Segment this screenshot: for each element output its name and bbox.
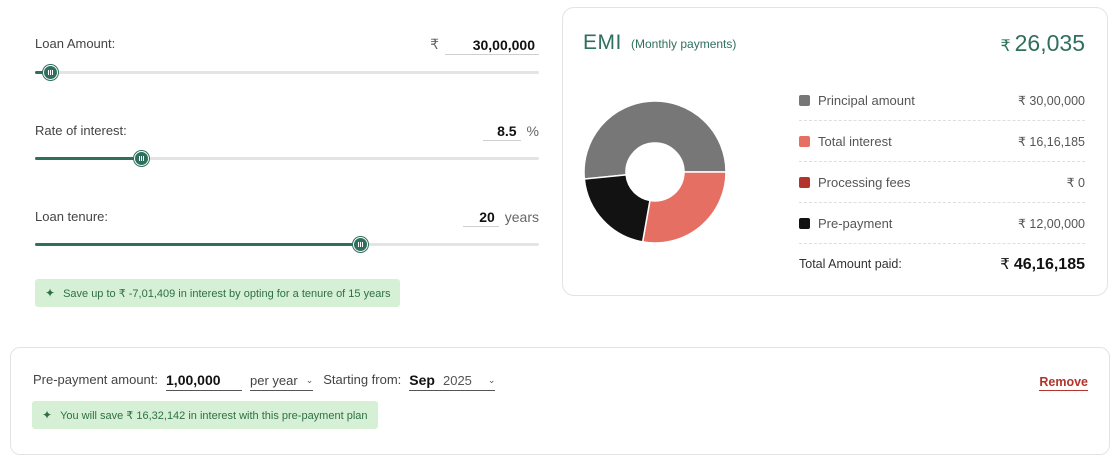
legend-swatch-principal [799, 94, 810, 106]
legend-label: Processing fees [818, 174, 911, 190]
emi-summary-card: EMI (Monthly payments) ₹ 26,035 Principa… [562, 7, 1108, 296]
interest-rate-slider-handle[interactable] [133, 151, 149, 166]
legend-value: ₹ 0 [1066, 175, 1085, 190]
tenure-slider-handle[interactable] [353, 237, 369, 252]
grip-icon [358, 242, 364, 247]
legend-value: ₹ 30,00,000 [1017, 93, 1085, 108]
loan-amount-slider[interactable] [35, 65, 539, 80]
emi-amount: ₹ 26,035 [1000, 30, 1085, 57]
payment-breakdown-legend: Principal amount ₹ 30,00,000 Total inter… [799, 80, 1085, 284]
tenure-savings-hint: ✦ Save up to ₹ -7,01,409 in interest by … [35, 279, 401, 307]
donut-slice-total-interest [641, 171, 727, 244]
prepayment-frequency-select[interactable]: per year ⌄ [250, 373, 314, 391]
legend-label: Principal amount [818, 92, 915, 108]
tenure-row: Loan tenure: 20 years [35, 207, 539, 267]
tenure-unit: years [504, 209, 539, 225]
legend-value: ₹ 16,16,185 [1017, 134, 1085, 149]
donut-slice-principal-amount [583, 100, 727, 180]
interest-rate-value-group: 8.5 % [482, 123, 539, 141]
total-currency: ₹ [1000, 255, 1010, 273]
grip-icon [138, 156, 144, 161]
legend-swatch-interest [799, 135, 810, 147]
tenure-slider[interactable] [35, 237, 539, 252]
prepayment-frequency-value: per year [250, 373, 298, 388]
prepayment-start-select[interactable]: Sep 2025 ⌄ [409, 372, 496, 391]
interest-rate-label: Rate of interest: [35, 123, 127, 138]
prepayment-savings-text: You will save ₹ 16,32,142 in interest wi… [60, 409, 368, 422]
legend-label: Total interest [818, 133, 892, 149]
currency-symbol: ₹ [430, 36, 439, 52]
legend-item-principal: Principal amount ₹ 30,00,000 [799, 80, 1085, 121]
donut-slice-pre-payment [583, 174, 651, 243]
legend-swatch-prepayment [799, 217, 810, 229]
legend-label: Pre-payment [818, 215, 893, 231]
total-amount-number: 46,16,185 [1013, 255, 1085, 273]
grip-icon [48, 70, 54, 75]
prepayment-start-month: Sep [409, 372, 435, 388]
interest-rate-input[interactable]: 8.5 [482, 123, 521, 141]
tenure-slider-fill [35, 243, 361, 246]
loan-amount-input[interactable]: 30,00,000 [445, 37, 539, 55]
interest-rate-slider[interactable] [35, 151, 539, 166]
legend-item-prepayment: Pre-payment ₹ 12,00,000 [799, 203, 1085, 244]
tenure-label: Loan tenure: [35, 209, 109, 224]
loan-calculator: Loan Amount: ₹ 30,00,000 Rate of interes… [35, 0, 539, 320]
prepayment-amount-input[interactable]: 1,00,000 [166, 372, 243, 391]
percent-unit: % [526, 123, 539, 139]
prepayment-start-year: 2025 [442, 372, 472, 388]
emi-subtitle: (Monthly payments) [631, 37, 737, 51]
tenure-input[interactable]: 20 [462, 209, 499, 227]
loan-amount-slider-handle[interactable] [43, 65, 59, 80]
total-amount-label: Total Amount paid: [799, 257, 902, 271]
prepayment-card: Pre-payment amount: 1,00,000 per year ⌄ … [10, 347, 1110, 455]
chevron-down-icon: ⌄ [305, 375, 314, 385]
chevron-down-icon: ⌄ [487, 374, 496, 385]
prepayment-savings-hint: ✦ You will save ₹ 16,32,142 in interest … [32, 401, 378, 429]
payment-breakdown-donut [583, 100, 727, 244]
total-amount-value: ₹ 46,16,185 [1000, 255, 1085, 274]
loan-amount-label: Loan Amount: [35, 36, 116, 51]
interest-rate-slider-fill [35, 157, 141, 160]
sparkle-icon: ✦ [45, 286, 56, 300]
legend-item-processing-fees: Processing fees ₹ 0 [799, 162, 1085, 203]
loan-amount-value-group: ₹ 30,00,000 [430, 36, 539, 55]
prepayment-start-label: Starting from: [323, 372, 402, 387]
tenure-value-group: 20 years [462, 209, 539, 227]
loan-amount-row: Loan Amount: ₹ 30,00,000 [35, 34, 539, 94]
legend-swatch-processing-fees [799, 176, 810, 188]
interest-rate-row: Rate of interest: 8.5 % [35, 121, 539, 181]
sparkle-icon: ✦ [42, 408, 53, 422]
remove-prepayment-button[interactable]: Remove [1039, 375, 1088, 391]
total-amount-row: Total Amount paid: ₹ 46,16,185 [799, 244, 1085, 284]
prepayment-controls: Pre-payment amount: 1,00,000 per year ⌄ … [33, 372, 505, 391]
legend-item-interest: Total interest ₹ 16,16,185 [799, 121, 1085, 162]
emi-title: EMI [583, 31, 622, 54]
emi-currency: ₹ [1000, 38, 1011, 55]
prepayment-amount-label: Pre-payment amount: [33, 372, 159, 387]
tenure-savings-text: Save up to ₹ -7,01,409 in interest by op… [63, 287, 391, 300]
legend-value: ₹ 12,00,000 [1017, 216, 1085, 231]
emi-amount-value: 26,035 [1014, 30, 1085, 56]
